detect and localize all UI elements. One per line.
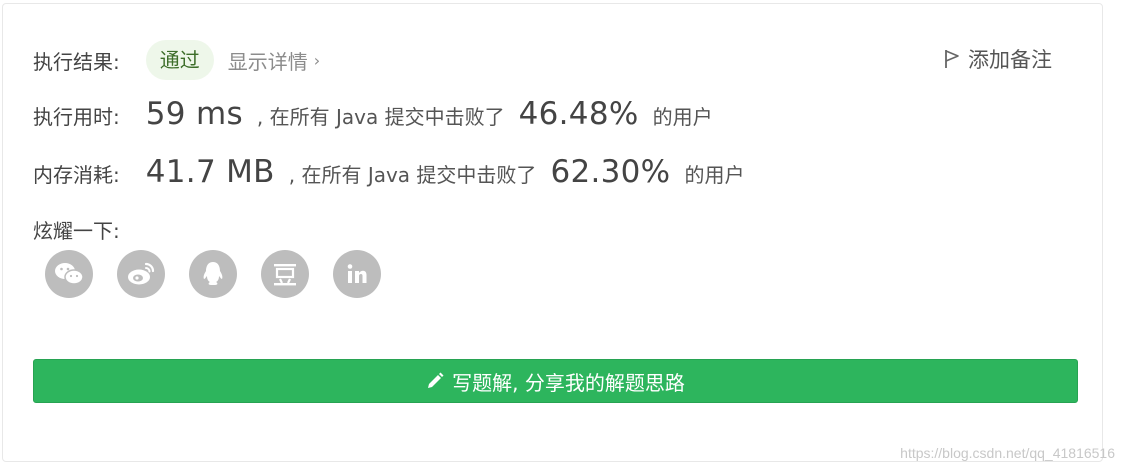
show-details-label: 显示详情	[227, 49, 308, 74]
share-douban-button[interactable]	[261, 250, 309, 298]
result-row: 执行结果: 通过 显示详情 ›	[33, 40, 320, 80]
share-linkedin-button[interactable]	[333, 250, 381, 298]
submission-result-card: 执行结果: 通过 显示详情 › 添加备注 执行用时: 59 ms , 在所有 J…	[2, 3, 1103, 462]
runtime-label: 执行用时:	[33, 105, 120, 129]
memory-tail: 的用户	[684, 163, 745, 187]
memory-row: 内存消耗: 41.7 MB , 在所有 Java 提交中击败了 62.30% 的…	[33, 154, 744, 190]
share-wechat-button[interactable]	[45, 250, 93, 298]
qq-icon	[203, 262, 223, 285]
memory-percent: 62.30%	[550, 154, 671, 190]
weibo-icon	[128, 262, 155, 285]
flag-icon	[945, 50, 959, 68]
add-note-label: 添加备注	[968, 48, 1052, 72]
write-solution-button[interactable]: 写题解, 分享我的解题思路	[33, 359, 1078, 403]
add-note-button[interactable]: 添加备注	[944, 44, 1052, 74]
share-label: 炫耀一下:	[33, 219, 120, 243]
show-details-link[interactable]: 显示详情 ›	[228, 46, 320, 75]
runtime-row: 执行用时: 59 ms , 在所有 Java 提交中击败了 46.48% 的用户	[33, 96, 713, 132]
wechat-icon	[55, 263, 84, 285]
pencil-icon	[428, 372, 444, 388]
share-qq-button[interactable]	[189, 250, 237, 298]
memory-value: 41.7 MB	[145, 154, 275, 190]
runtime-mid-text: , 在所有 Java 提交中击败了	[256, 105, 505, 129]
result-label: 执行结果:	[33, 49, 120, 74]
runtime-percent: 46.48%	[518, 96, 639, 132]
share-icons	[45, 250, 405, 298]
douban-icon	[274, 264, 296, 286]
status-badge: 通过	[145, 40, 214, 80]
watermark: https://blog.csdn.net/qq_41816516	[900, 445, 1115, 461]
write-solution-label: 写题解, 分享我的解题思路	[452, 370, 685, 395]
share-weibo-button[interactable]	[117, 250, 165, 298]
runtime-tail: 的用户	[652, 105, 713, 129]
linkedin-icon	[347, 264, 367, 283]
memory-label: 内存消耗:	[33, 163, 120, 187]
chevron-right-icon: ›	[313, 50, 321, 70]
memory-mid-text: , 在所有 Java 提交中击败了	[288, 163, 537, 187]
runtime-value: 59 ms	[145, 96, 243, 132]
